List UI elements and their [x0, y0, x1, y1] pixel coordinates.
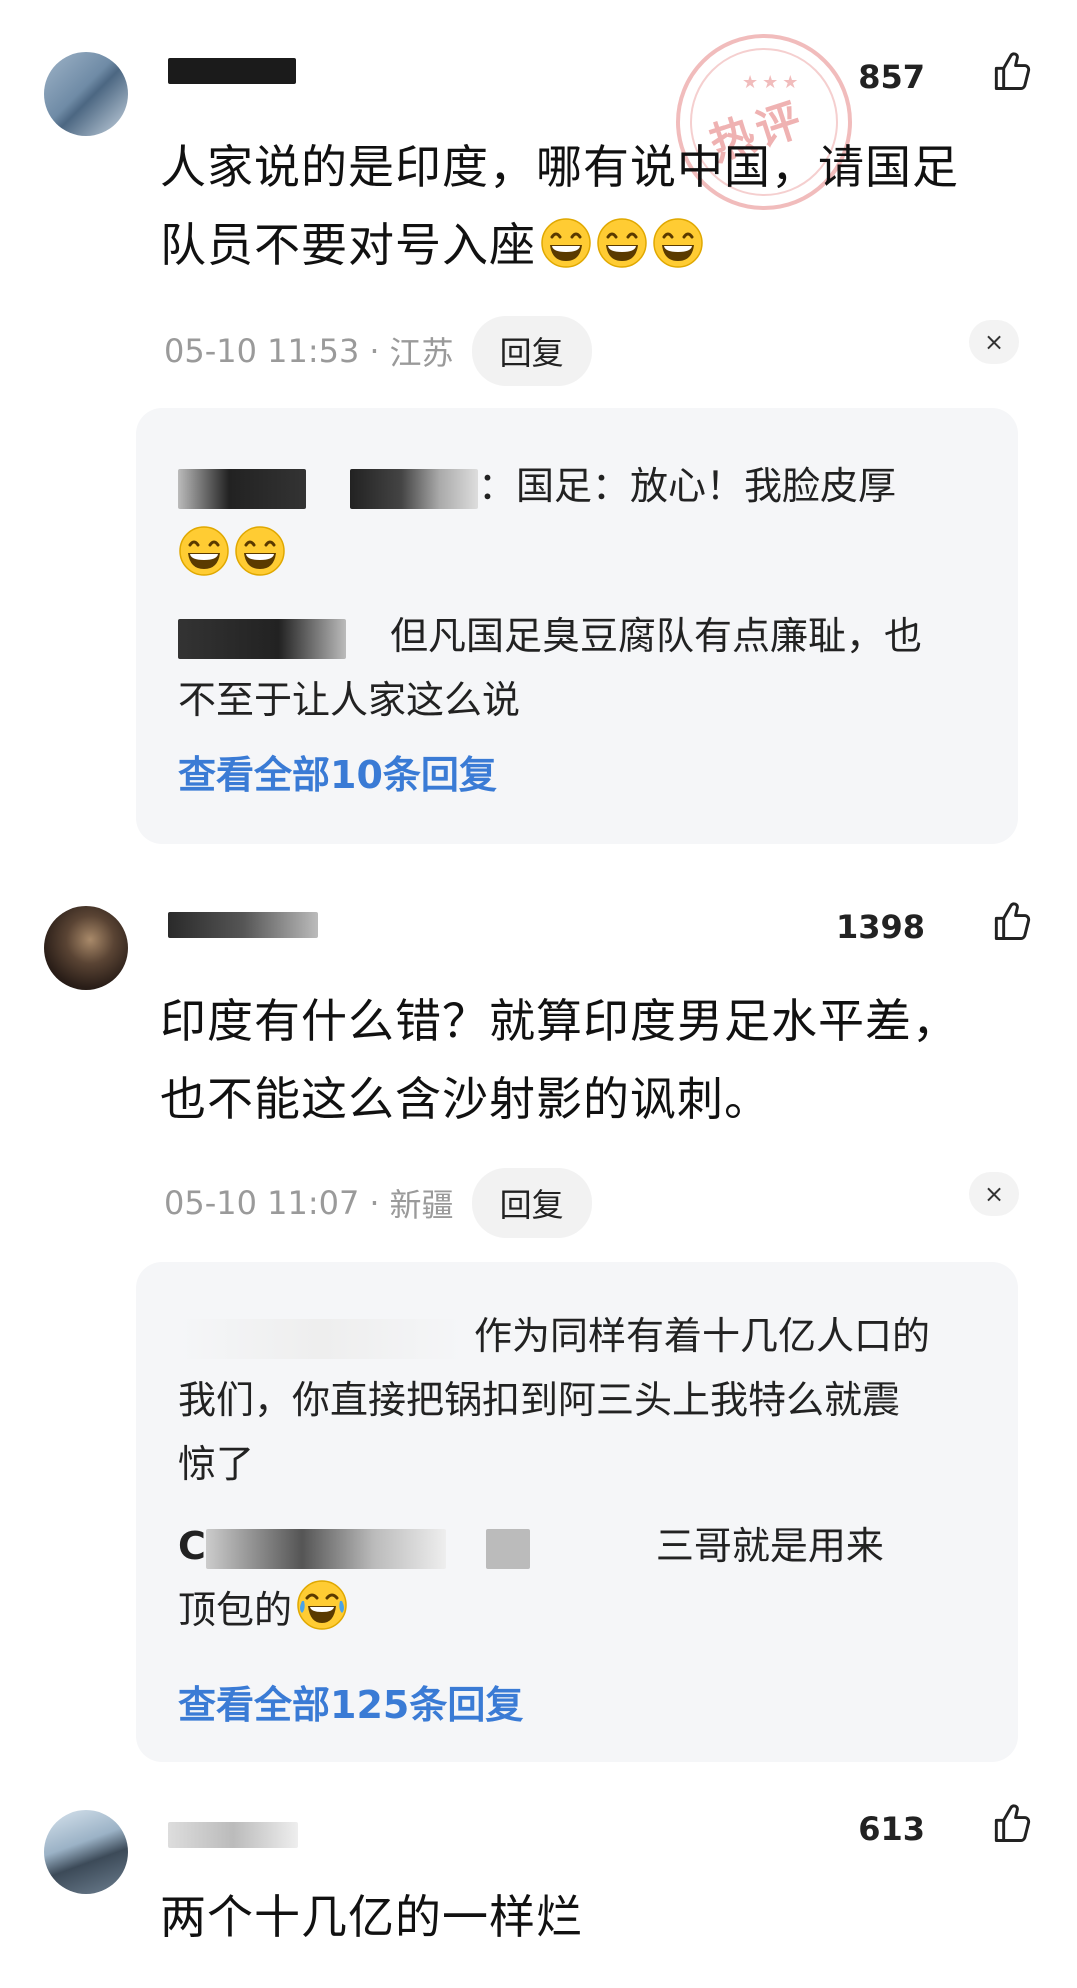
comment-text: 印度有什么错？就算印度男足水平差， 也不能这么含沙射影的讽刺。 [160, 994, 959, 1126]
comment-meta: 05-10 11:07 · 新疆 回复 [164, 1168, 592, 1238]
timestamp: 05-10 11:07 [164, 1184, 360, 1222]
replies-box: ：国足：放心！我脸皮厚 但凡国足臭豆腐队有点廉耻，也 不至于让人家这么说 查看全… [136, 408, 1018, 844]
thumbs-up-icon[interactable] [989, 50, 1033, 94]
reply-item[interactable]: 但凡国足臭豆腐队有点廉耻，也 不至于让人家这么说 [178, 604, 978, 732]
username-redacted [178, 468, 306, 509]
username-redacted [205, 1528, 446, 1569]
tears-of-joy-face-icon [296, 1579, 348, 1631]
grinning-face-icon [178, 525, 230, 577]
timestamp: 05-10 11:53 [164, 332, 360, 370]
avatar[interactable] [44, 906, 128, 990]
grinning-face-icon [234, 525, 286, 577]
username-redacted [350, 468, 478, 509]
see-all-replies-link[interactable]: 查看全部10条回复 [178, 744, 497, 799]
comment-text: 人家说的是印度，哪有说中国，请国足 队员不要对号入座 [160, 140, 959, 272]
reply-item[interactable]: 作为同样有着十几亿人口的 我们，你直接把锅扣到阿三头上我特么就震 惊了 [178, 1304, 978, 1496]
avatar[interactable] [44, 1810, 128, 1894]
close-icon[interactable]: × [969, 1172, 1019, 1216]
grinning-face-icon [596, 217, 648, 269]
username-redacted[interactable] [168, 912, 318, 938]
username-redacted [178, 1318, 464, 1359]
like-count: 857 [858, 58, 925, 96]
reply-button[interactable]: 回复 [471, 316, 592, 386]
username-redacted [178, 618, 346, 659]
comment-meta: 05-10 11:53 · 江苏 回复 [164, 316, 592, 386]
reply-item[interactable]: ：国足：放心！我脸皮厚 [178, 454, 978, 588]
separator: · [369, 1184, 380, 1222]
location: 江苏 [389, 334, 454, 372]
grinning-face-icon [652, 217, 704, 269]
see-all-replies-link[interactable]: 查看全部125条回复 [178, 1674, 523, 1729]
reply-button[interactable]: 回复 [471, 1168, 592, 1238]
grinning-face-icon [540, 217, 592, 269]
avatar[interactable] [44, 52, 128, 136]
username-redacted[interactable] [168, 58, 296, 84]
like-count: 1398 [835, 908, 925, 946]
username-redacted [485, 1528, 530, 1569]
separator: · [369, 332, 380, 370]
thumbs-up-icon[interactable] [989, 900, 1033, 944]
location: 新疆 [389, 1186, 454, 1224]
username-redacted[interactable] [168, 1822, 298, 1848]
reply-item[interactable]: C 三哥就是用来 顶包的 [178, 1514, 978, 1642]
replies-box: 作为同样有着十几亿人口的 我们，你直接把锅扣到阿三头上我特么就震 惊了 C 三哥就… [136, 1262, 1018, 1762]
thumbs-up-icon[interactable] [989, 1802, 1033, 1846]
comment-text: 两个十几亿的一样烂 [160, 1890, 583, 1944]
close-icon[interactable]: × [969, 320, 1019, 364]
like-count: 613 [858, 1810, 925, 1848]
